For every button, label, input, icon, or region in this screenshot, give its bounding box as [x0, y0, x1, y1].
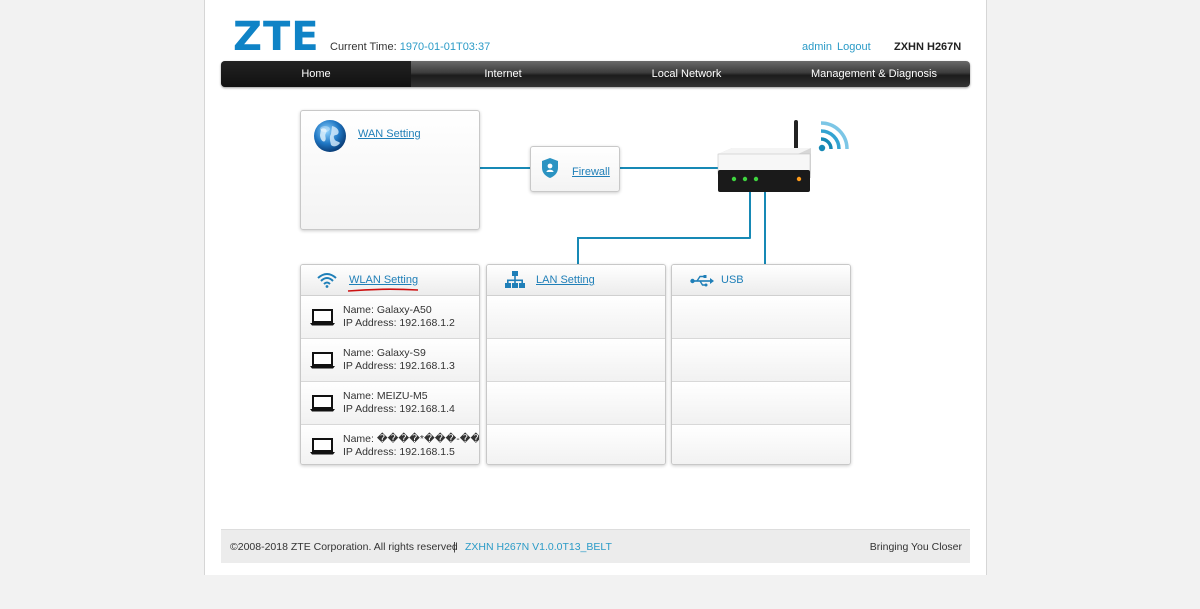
usb-icon	[690, 275, 714, 290]
slogan: Bringing You Closer	[869, 541, 962, 553]
firewall-link[interactable]: Firewall	[572, 166, 610, 178]
footer-separator: |	[453, 541, 456, 553]
wan-setting-link[interactable]: WAN Setting	[358, 128, 421, 140]
lan-row	[487, 382, 665, 425]
wifi-signal-icon	[815, 120, 851, 157]
nav-management-diagnosis[interactable]: Management & Diagnosis	[778, 61, 970, 87]
device-name: Name: Galaxy-A50	[343, 304, 432, 316]
nav-local-network[interactable]: Local Network	[595, 61, 778, 87]
lan-row	[487, 425, 665, 464]
firewall-panel: Firewall	[530, 146, 620, 192]
usb-row	[672, 382, 850, 425]
wlan-setting-link[interactable]: WLAN Setting	[349, 274, 418, 286]
current-time-label: Current Time:	[330, 41, 397, 53]
lan-header: LAN Setting	[487, 265, 665, 296]
device-ip: IP Address: 192.168.1.4	[343, 403, 455, 415]
usb-header: USB	[672, 265, 850, 296]
wlan-device-row: Name: ����*���-�� IP Address: 192.168.1.…	[301, 425, 480, 464]
main-nav: Home Internet Local Network Management &…	[221, 61, 970, 87]
shield-icon	[541, 157, 559, 182]
laptop-icon	[310, 395, 335, 415]
wlan-device-row: Name: Galaxy-S9 IP Address: 192.168.1.3	[301, 339, 479, 382]
copyright-text: ©2008-2018 ZTE Corporation. All rights r…	[230, 541, 458, 553]
globe-icon	[313, 119, 347, 156]
current-time-value: 1970-01-01T03:37	[399, 41, 491, 53]
wan-panel: WAN Setting	[300, 110, 480, 230]
lan-row	[487, 296, 665, 339]
device-ip: IP Address: 192.168.1.3	[343, 360, 455, 372]
device-ip: IP Address: 192.168.1.2	[343, 317, 455, 329]
device-name: Name: ����*���-��	[343, 433, 480, 445]
connector-line	[749, 192, 751, 238]
username: admin	[802, 41, 832, 53]
wlan-device-row: Name: Galaxy-A50 IP Address: 192.168.1.2	[301, 296, 479, 339]
lan-row	[487, 339, 665, 382]
nav-internet[interactable]: Internet	[411, 61, 595, 87]
laptop-icon	[310, 438, 335, 458]
laptop-icon	[310, 309, 335, 329]
usb-panel: USB	[671, 264, 851, 465]
connector-line	[577, 237, 579, 265]
page: ZTE Current Time: 1970-01-01T03:37 admin…	[204, 0, 987, 575]
lan-panel: LAN Setting	[486, 264, 666, 465]
wlan-device-row: Name: MEIZU-M5 IP Address: 192.168.1.4	[301, 382, 479, 425]
router-icon	[716, 118, 814, 197]
connector-line	[478, 167, 530, 169]
usb-label[interactable]: USB	[721, 274, 744, 286]
connector-line	[619, 167, 719, 169]
usb-row	[672, 425, 850, 464]
laptop-icon	[310, 352, 335, 372]
wlan-header: WLAN Setting	[301, 265, 479, 296]
connector-line	[578, 237, 751, 239]
usb-row	[672, 339, 850, 382]
firmware-version: ZXHN H267N V1.0.0T13_BELT	[465, 541, 612, 553]
red-underline-annotation	[347, 288, 419, 292]
usb-row	[672, 296, 850, 339]
device-ip: IP Address: 192.168.1.5	[343, 446, 455, 458]
nav-home[interactable]: Home	[221, 61, 411, 87]
current-time: Current Time: 1970-01-01T03:37	[330, 41, 490, 53]
device-name: Name: MEIZU-M5	[343, 390, 428, 402]
lan-setting-link[interactable]: LAN Setting	[536, 274, 595, 286]
logout-link[interactable]: Logout	[837, 41, 871, 53]
wifi-icon	[317, 272, 337, 291]
network-icon	[505, 271, 525, 292]
connector-line	[764, 192, 766, 265]
zte-logo: ZTE	[233, 14, 320, 60]
device-model: ZXHN H267N	[894, 41, 962, 53]
footer: ©2008-2018 ZTE Corporation. All rights r…	[221, 529, 970, 563]
wlan-panel: WLAN Setting Name: Galaxy-A50 IP Address…	[300, 264, 480, 465]
device-name: Name: Galaxy-S9	[343, 347, 426, 359]
